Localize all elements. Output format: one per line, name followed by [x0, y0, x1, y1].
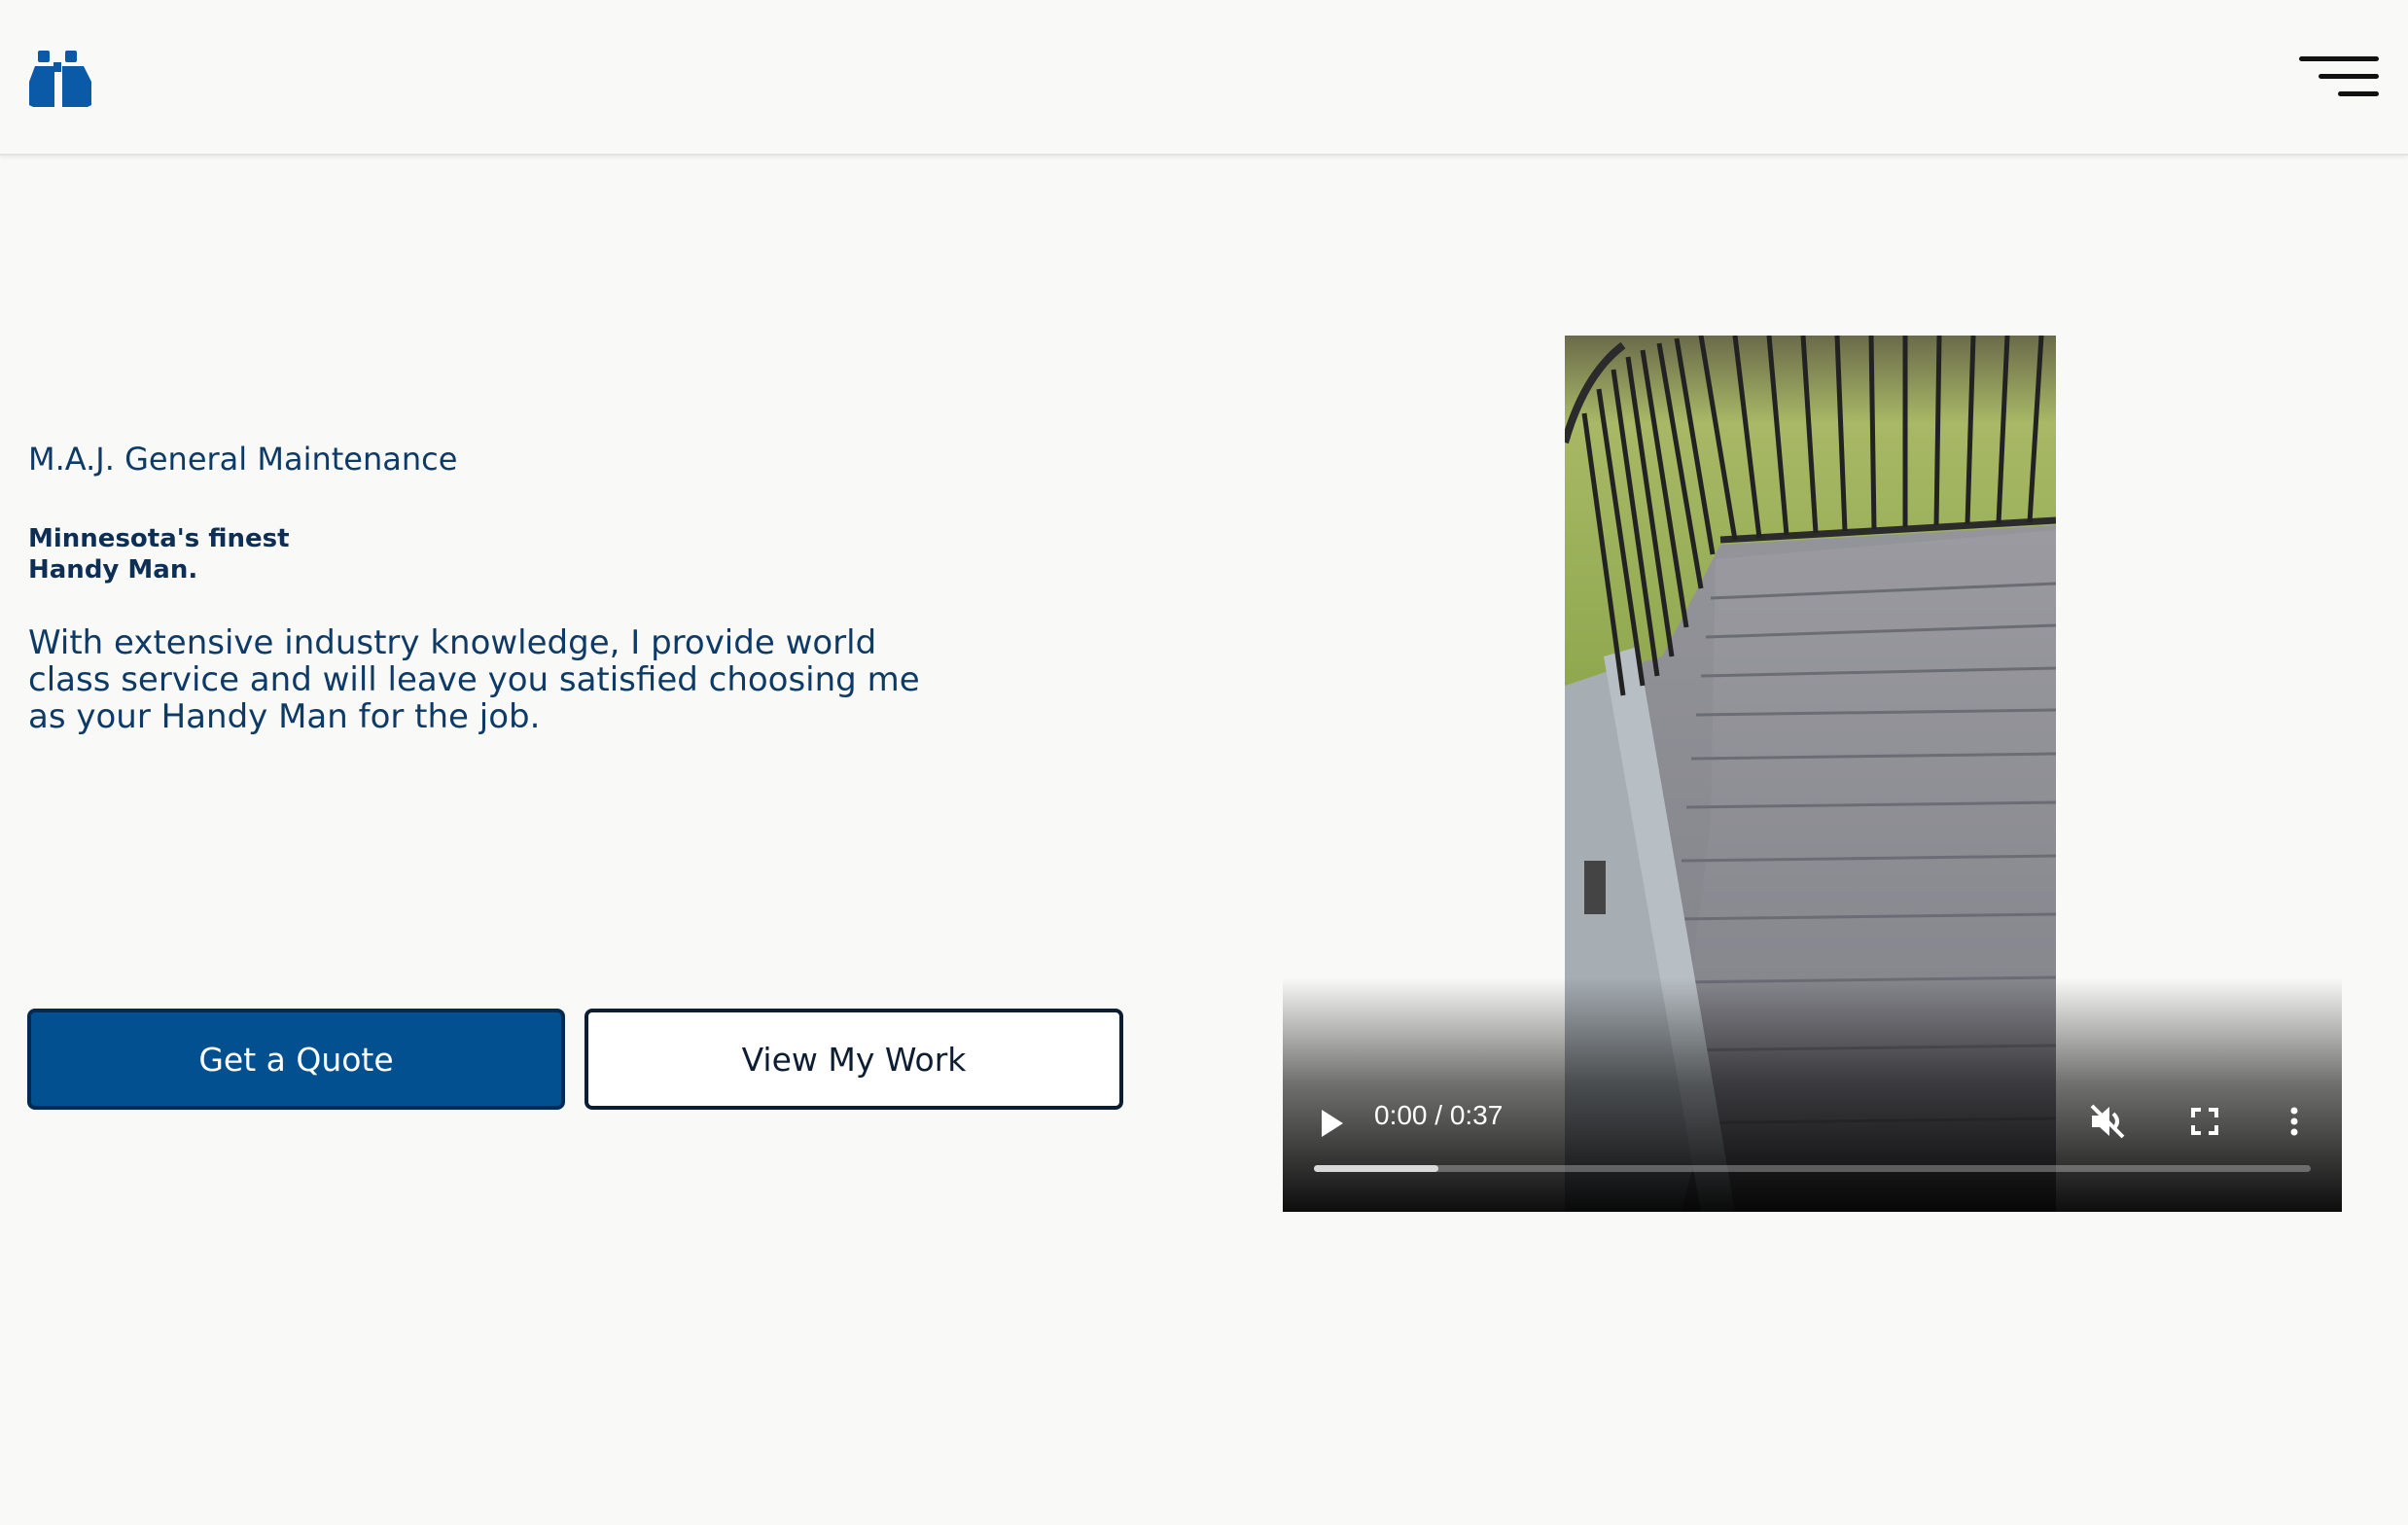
fullscreen-icon[interactable] [2185, 1102, 2224, 1141]
view-my-work-button[interactable]: View My Work [584, 1009, 1123, 1110]
video-progress-bar[interactable] [1314, 1165, 2311, 1172]
play-icon[interactable] [1312, 1104, 1351, 1143]
muted-speaker-icon[interactable] [2086, 1100, 2129, 1143]
binoculars-icon[interactable] [27, 49, 93, 107]
video-progress-fill [1314, 1165, 1439, 1172]
video-controls-gradient [1283, 977, 2342, 1212]
site-header [0, 0, 2408, 156]
video-time: 0:00 / 0:37 [1374, 1100, 1504, 1130]
hamburger-menu-icon[interactable] [2295, 51, 2381, 101]
tagline: Minnesota's finest Handy Man. [28, 523, 290, 585]
get-a-quote-button[interactable]: Get a Quote [27, 1009, 565, 1110]
hero-description: With extensive industry knowledge, I pro… [28, 623, 920, 736]
tagline-line-1: Minnesota's finest [28, 524, 290, 553]
company-name: M.A.J. General Maintenance [28, 441, 458, 478]
tagline-line-2: Handy Man. [28, 555, 198, 585]
more-vertical-icon[interactable] [2275, 1102, 2314, 1141]
video-player[interactable]: 0:00 / 0:37 [1283, 336, 2342, 1212]
